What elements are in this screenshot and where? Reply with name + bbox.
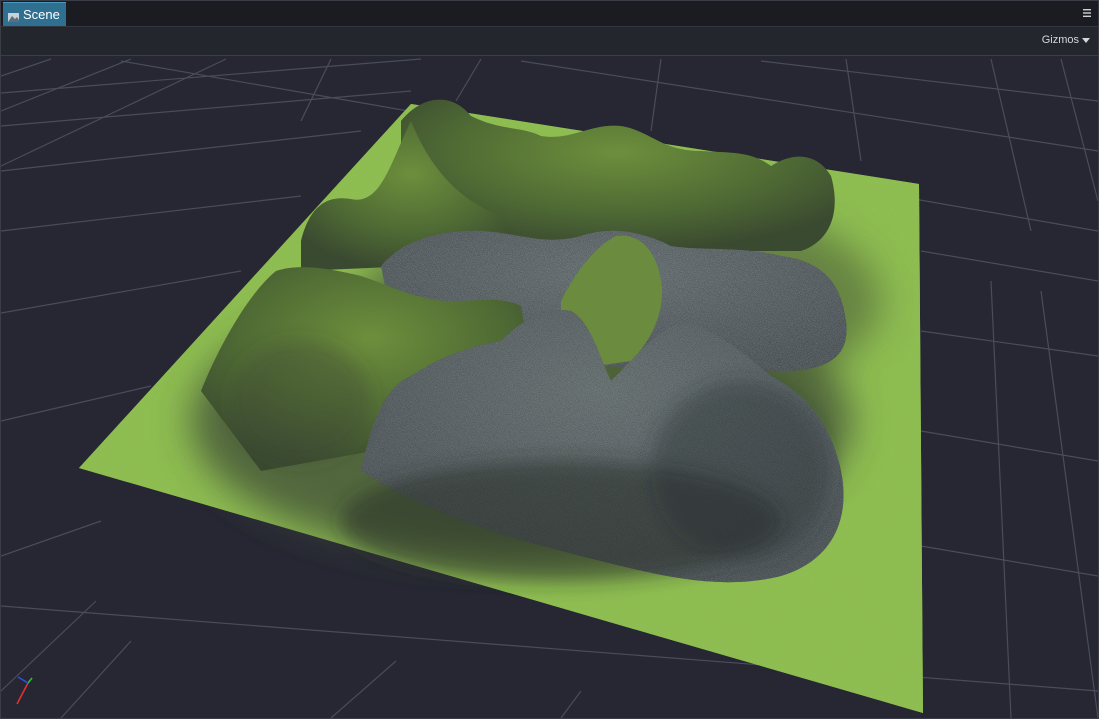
gizmos-dropdown[interactable]: Gizmos <box>1042 34 1090 46</box>
scene-panel: Scene Gizmos <box>0 0 1099 719</box>
axis-gizmo <box>16 676 33 705</box>
tab-scene-label: Scene <box>23 7 60 22</box>
scene-render <box>1 58 1098 718</box>
gizmos-label: Gizmos <box>1041 34 1079 46</box>
terrain <box>79 99 923 713</box>
tab-scene[interactable]: Scene <box>3 2 66 26</box>
scene-icon <box>8 10 19 22</box>
scene-viewport[interactable] <box>1 56 1098 718</box>
scene-toolbar: Gizmos <box>1 27 1098 56</box>
hamburger-menu-icon[interactable] <box>1082 6 1092 20</box>
tab-bar: Scene <box>1 1 1098 27</box>
caret-down-icon <box>1082 38 1090 43</box>
